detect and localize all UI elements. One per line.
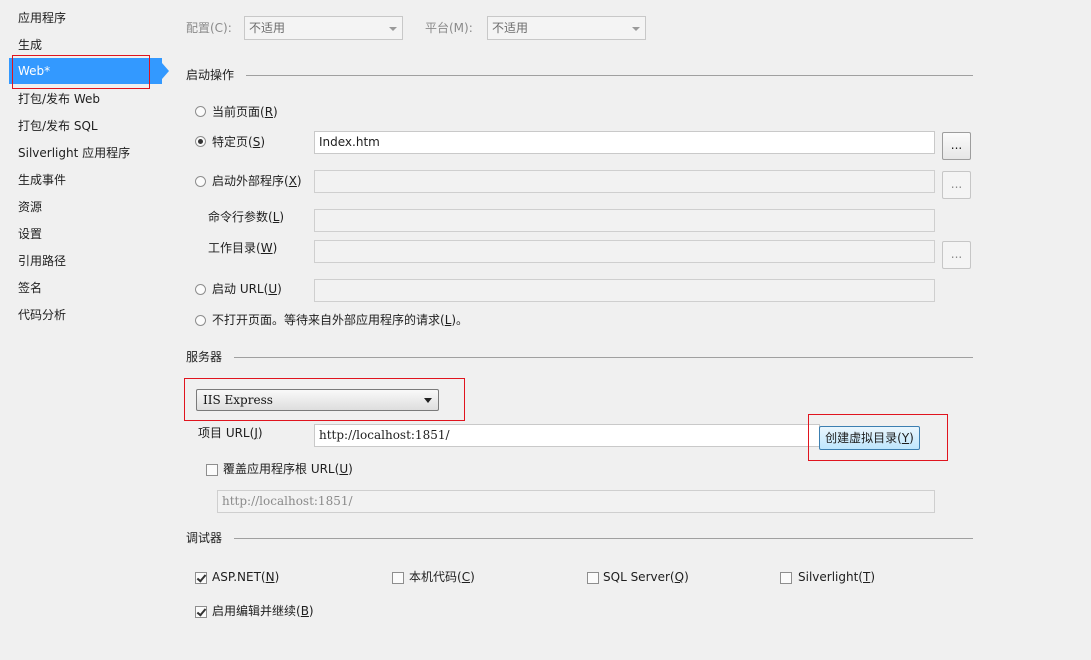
sidebar-item-package-sql[interactable]: 打包/发布 SQL [18,116,98,136]
radio-start-url[interactable] [195,284,206,295]
native-debugger-checkbox[interactable] [392,572,404,584]
radio-external-program[interactable] [195,176,206,187]
sql-debugger-checkbox[interactable] [587,572,599,584]
create-virtual-directory-button[interactable]: 创建虚拟目录(Y) [819,426,920,450]
section-divider [234,357,973,358]
project-url-input[interactable]: http://localhost:1851/ [314,424,820,447]
sidebar-item-code-analysis[interactable]: 代码分析 [18,305,66,325]
work-dir-label: 工作目录(W) [208,241,278,255]
platform-select-value: 不适用 [492,21,529,35]
radio-start-url-label[interactable]: 启动 URL(U) [212,280,282,298]
sidebar-item-build-events[interactable]: 生成事件 [18,170,66,190]
platform-label: 平台(M): [425,21,473,35]
silverlight-debugger-label[interactable]: Silverlight(T) [798,568,875,586]
external-program-input [314,170,935,193]
native-debugger-label[interactable]: 本机代码(C) [409,568,475,586]
section-title-server: 服务器 [186,350,223,364]
work-dir-input [314,240,935,263]
sidebar-item-resources[interactable]: 资源 [18,197,42,217]
radio-current-page[interactable] [195,106,206,117]
chevron-down-icon [389,27,397,31]
browse-work-dir-button: ... [942,241,971,269]
radio-current-page-label[interactable]: 当前页面(R) [212,103,278,121]
config-select: 不适用 [244,16,403,40]
chevron-down-icon [424,398,432,403]
cmd-args-input [314,209,935,232]
server-type-select[interactable]: IIS Express [196,389,439,411]
override-root-url-checkbox[interactable] [206,464,218,476]
sidebar-item-application[interactable]: 应用程序 [18,8,66,28]
platform-select: 不适用 [487,16,646,40]
sidebar-item-signing[interactable]: 签名 [18,278,42,298]
specific-page-input[interactable]: Index.htm [314,131,935,154]
radio-no-open-label[interactable]: 不打开页面。等待来自外部应用程序的请求(L)。 [212,311,468,329]
radio-no-open[interactable] [195,315,206,326]
silverlight-debugger-checkbox[interactable] [780,572,792,584]
browse-specific-page-button[interactable]: ... [942,132,971,160]
section-title-debuggers: 调试器 [186,531,223,545]
project-url-label: 项目 URL(J) [198,426,263,440]
active-pointer-icon [162,63,169,79]
sidebar-item-build[interactable]: 生成 [18,35,42,55]
override-root-url-input: http://localhost:1851/ [217,490,935,513]
sql-debugger-label[interactable]: SQL Server(Q) [603,568,689,586]
edit-continue-label[interactable]: 启用编辑并继续(B) [212,602,314,620]
highlight-box-web [12,55,150,89]
sidebar-item-settings[interactable]: 设置 [18,224,42,244]
sidebar-item-reference-paths[interactable]: 引用路径 [18,251,66,271]
sidebar-item-package-web[interactable]: 打包/发布 Web [18,89,100,109]
start-url-input [314,279,935,302]
aspnet-debugger-label[interactable]: ASP.NET(N) [212,568,279,586]
override-root-url-label[interactable]: 覆盖应用程序根 URL(U) [223,460,353,478]
radio-specific-page-label[interactable]: 特定页(S) [212,133,265,151]
radio-external-program-label[interactable]: 启动外部程序(X) [212,172,302,190]
config-label: 配置(C): [186,21,232,35]
section-divider [234,538,973,539]
config-select-value: 不适用 [249,21,286,35]
section-title-start-action: 启动操作 [186,68,235,82]
browse-external-program-button: ... [942,171,971,199]
edit-continue-checkbox[interactable] [195,606,207,618]
chevron-down-icon [632,27,640,31]
sidebar-item-silverlight[interactable]: Silverlight 应用程序 [18,143,130,163]
server-type-value: IIS Express [203,393,273,407]
section-divider [246,75,973,76]
cmd-args-label: 命令行参数(L) [208,210,285,224]
aspnet-debugger-checkbox[interactable] [195,572,207,584]
radio-specific-page[interactable] [195,136,206,147]
